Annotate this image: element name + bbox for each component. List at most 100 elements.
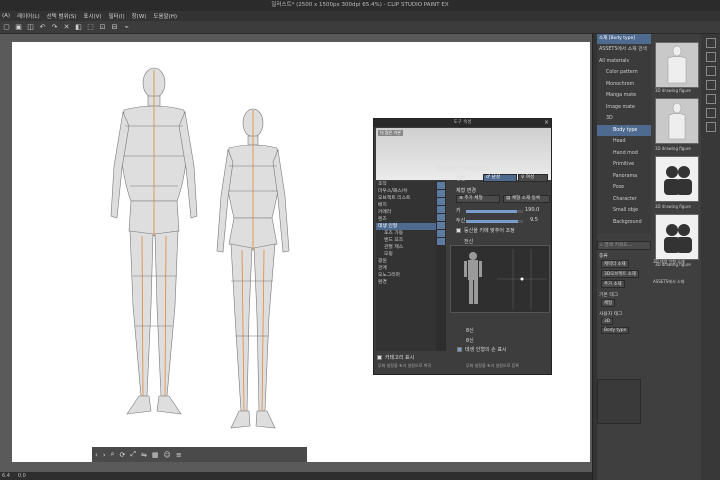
- category-item[interactable]: 관계: [376, 265, 436, 272]
- open-icon[interactable]: ▣: [14, 23, 23, 32]
- side-button[interactable]: [706, 108, 716, 118]
- fit-icon[interactable]: ⤢: [130, 450, 136, 459]
- zoom-icon[interactable]: ⌕: [111, 450, 115, 459]
- toggle[interactable]: [437, 198, 445, 205]
- category-item[interactable]: 오노그리마: [376, 272, 436, 279]
- tree-item[interactable]: 3D: [597, 113, 651, 125]
- grid-icon[interactable]: ▦: [152, 451, 159, 459]
- height-value[interactable]: 190.0: [525, 207, 539, 213]
- tree-item[interactable]: Background: [597, 217, 651, 229]
- side-button[interactable]: [706, 66, 716, 76]
- menu-item[interactable]: (A): [2, 13, 10, 19]
- tree-item[interactable]: Character: [597, 194, 651, 206]
- thumb-male-body[interactable]: [655, 42, 699, 88]
- category-item[interactable]: 관절 제스: [376, 244, 436, 251]
- register-default-link[interactable]: 무화 설정을 초기 설정으로 등록: [466, 363, 519, 369]
- zoom-readout[interactable]: 6.4: [2, 473, 10, 479]
- body-save-button[interactable]: ▤ 체형 소재 등록: [503, 195, 550, 203]
- close-icon[interactable]: ×: [544, 119, 549, 127]
- category-show-checkbox[interactable]: [377, 355, 382, 360]
- save-icon[interactable]: ◫: [26, 23, 35, 32]
- reset-default-link[interactable]: 무화 설정을 초기 설정으로 복귀: [378, 363, 431, 369]
- tree-item[interactable]: Body type: [597, 124, 651, 136]
- category-item[interactable]: 데생 인형: [376, 223, 436, 230]
- search-input[interactable]: ⌕ 검색 키워드...: [597, 241, 651, 250]
- tree-item[interactable]: Small obje: [597, 205, 651, 217]
- transform-icon[interactable]: ⬚: [86, 23, 95, 32]
- category-item[interactable]: 밴드 포즈: [376, 237, 436, 244]
- menu-item[interactable]: 도움말(H): [153, 12, 177, 20]
- toggle[interactable]: [437, 190, 445, 197]
- menu-item[interactable]: 표시(V): [83, 12, 101, 20]
- tree-item[interactable]: Hand mod: [597, 148, 651, 160]
- head-adjust-checkbox[interactable]: [456, 228, 461, 233]
- tree-item[interactable]: Panorama: [597, 171, 651, 183]
- menu-icon[interactable]: ≡: [176, 451, 182, 459]
- category-item[interactable]: 카메라: [376, 209, 436, 216]
- toggle[interactable]: [437, 206, 445, 213]
- doll-hand-checkbox[interactable]: [457, 347, 462, 352]
- toggle[interactable]: [437, 222, 445, 229]
- next-icon[interactable]: ›: [103, 451, 106, 459]
- toggle[interactable]: [437, 182, 445, 189]
- deselect-icon[interactable]: ⊡: [98, 23, 107, 32]
- toggle[interactable]: [437, 238, 445, 245]
- menu-item[interactable]: 필터(I): [109, 12, 125, 20]
- user-tag-3d[interactable]: 3D: [601, 318, 614, 325]
- category-item[interactable]: 환경: [376, 279, 436, 286]
- 3d-figures[interactable]: [97, 66, 317, 470]
- user-tag-body[interactable]: Body type: [601, 327, 630, 334]
- toggle[interactable]: [437, 230, 445, 237]
- tree-item[interactable]: Monochrom: [597, 79, 651, 91]
- category-item[interactable]: 조작: [376, 181, 436, 188]
- head-slider[interactable]: [466, 220, 523, 223]
- side-button[interactable]: [706, 80, 716, 90]
- fill-icon[interactable]: ◧: [74, 23, 83, 32]
- snap-icon[interactable]: ⌁: [122, 23, 131, 32]
- height-slider[interactable]: [466, 210, 523, 213]
- tree-item[interactable]: Color pattern: [597, 67, 651, 79]
- side-button[interactable]: [706, 38, 716, 48]
- tree-item[interactable]: Manga mate: [597, 90, 651, 102]
- body-preview[interactable]: [450, 245, 550, 313]
- tree-item[interactable]: Image mate: [597, 102, 651, 114]
- category-item[interactable]: 배치: [376, 202, 436, 209]
- thumb-female-body[interactable]: [655, 98, 699, 144]
- tree-item[interactable]: All materials: [597, 56, 651, 68]
- side-button[interactable]: [706, 52, 716, 62]
- prev-icon[interactable]: ‹: [95, 451, 98, 459]
- category-item[interactable]: 렌즈: [376, 216, 436, 223]
- menu-item[interactable]: 레이어(L): [17, 12, 40, 20]
- category-item[interactable]: 마우스/패스/쉬: [376, 188, 436, 195]
- tag-extra[interactable]: 추가 소재: [601, 280, 625, 288]
- tag-3d-object[interactable]: 3D오브젝트 소재: [601, 270, 639, 278]
- tree-item[interactable]: Pose: [597, 182, 651, 194]
- category-item[interactable]: 오브젝트 리스트: [376, 195, 436, 202]
- side-button[interactable]: [706, 94, 716, 104]
- head-value[interactable]: 9.5: [530, 217, 538, 223]
- category-item[interactable]: 모핑: [376, 251, 436, 258]
- thumb-silhouette-2[interactable]: [655, 214, 699, 260]
- category-item[interactable]: 광원: [376, 258, 436, 265]
- toggle[interactable]: [437, 214, 445, 221]
- menu-item[interactable]: 선택 범위(S): [47, 12, 77, 20]
- tag-character[interactable]: 캐릭터 소재: [601, 260, 629, 268]
- tree-item[interactable]: ASSETS에서 소재 검색: [597, 44, 651, 56]
- side-button[interactable]: [706, 122, 716, 132]
- pose-icon[interactable]: ☺: [164, 451, 171, 459]
- base-tag[interactable]: 체형: [601, 299, 616, 307]
- rotate-icon[interactable]: ⟳: [120, 451, 126, 459]
- flip-icon[interactable]: ⇋: [141, 451, 147, 459]
- tree-item[interactable]: Head: [597, 136, 651, 148]
- redo-icon[interactable]: ↷: [50, 23, 59, 32]
- menu-item[interactable]: 창(W): [132, 12, 147, 20]
- clear-icon[interactable]: ✕: [62, 23, 71, 32]
- body-add-button[interactable]: ⊕ 추가 체형: [456, 195, 500, 203]
- tree-item[interactable]: Primitive: [597, 159, 651, 171]
- position-readout[interactable]: 0.0: [18, 473, 26, 479]
- gender-female-button[interactable]: ♀ 여성: [518, 174, 548, 182]
- thumb-silhouette-1[interactable]: [655, 156, 699, 202]
- new-icon[interactable]: ▢: [2, 23, 11, 32]
- undo-icon[interactable]: ↶: [38, 23, 47, 32]
- invert-icon[interactable]: ⊟: [110, 23, 119, 32]
